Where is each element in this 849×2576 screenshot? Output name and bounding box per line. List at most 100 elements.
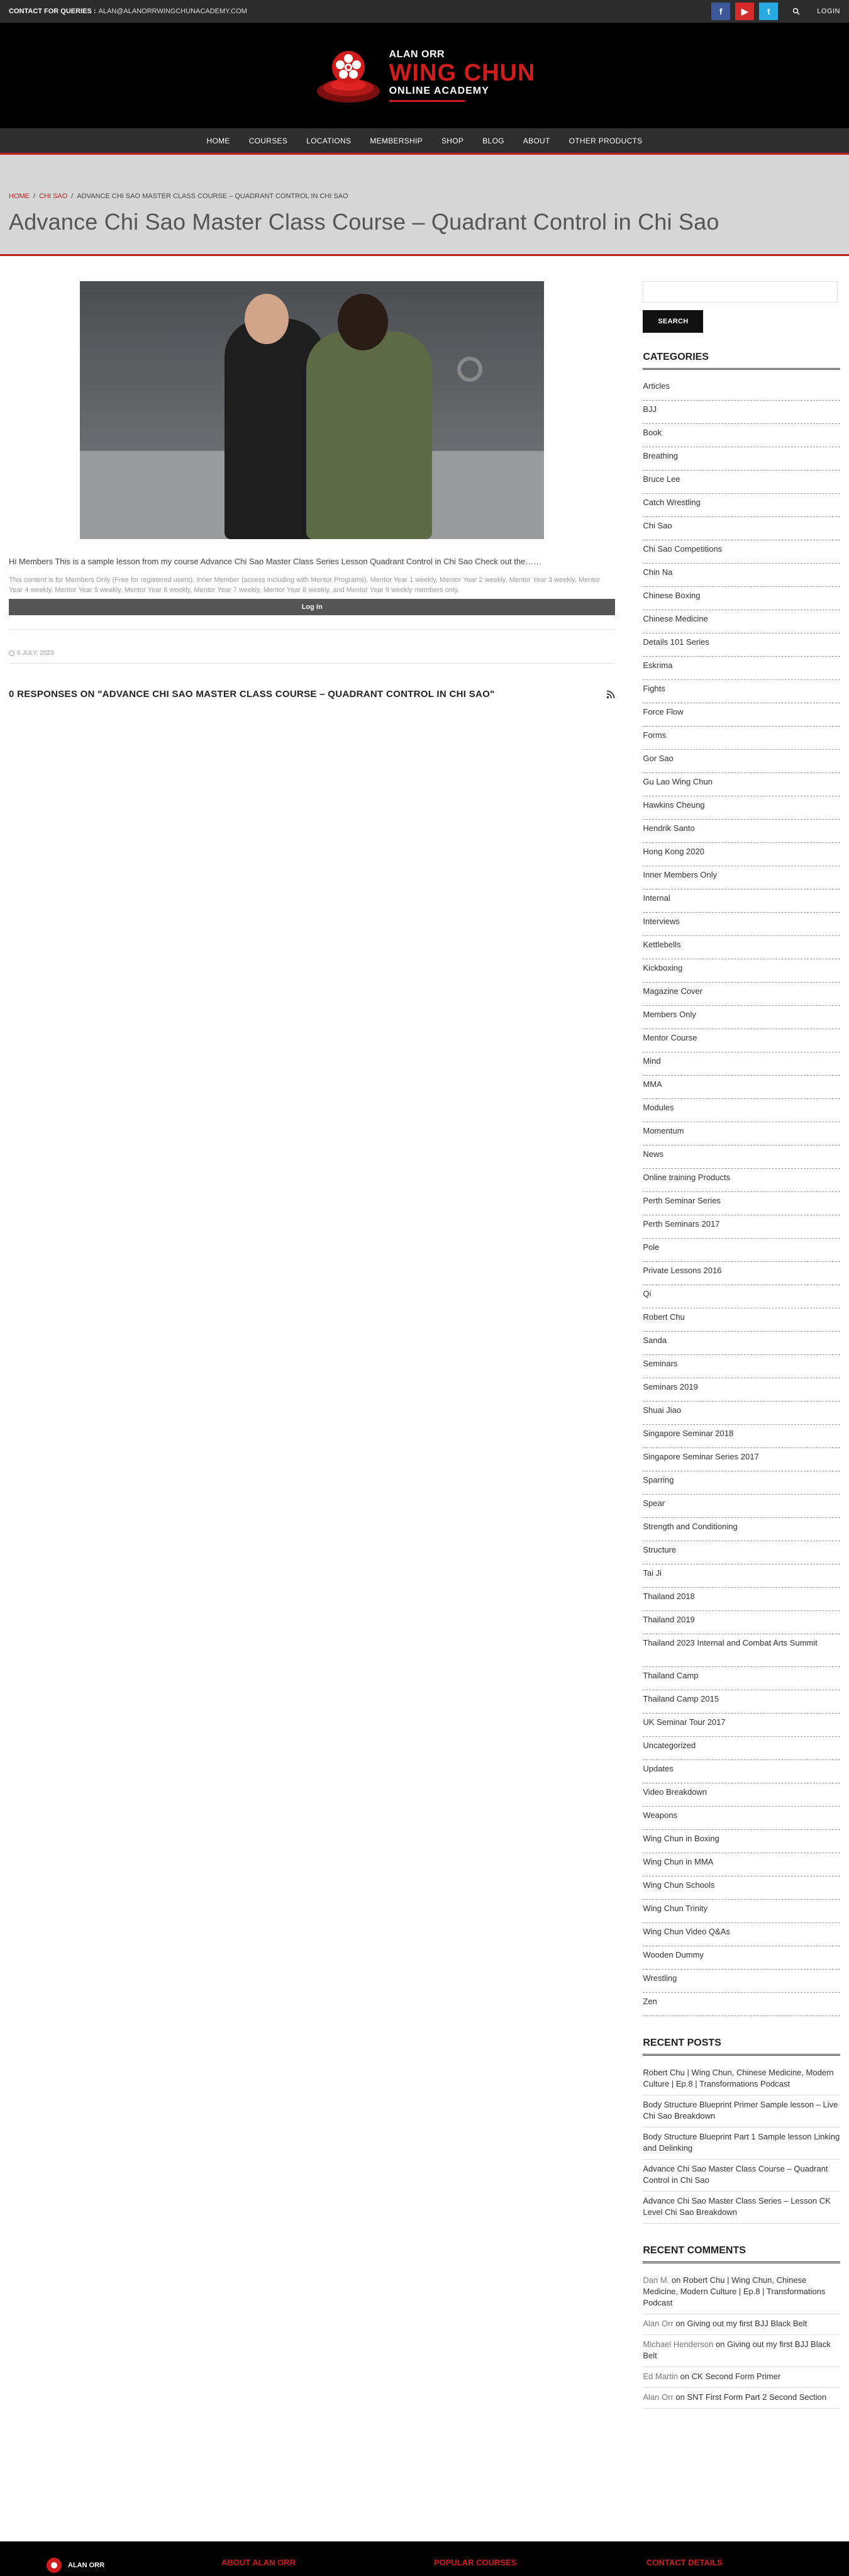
category-item[interactable]: News bbox=[643, 1146, 840, 1169]
category-item[interactable]: Video Breakdown bbox=[643, 1783, 840, 1807]
nav-blog[interactable]: BLOG bbox=[482, 137, 504, 145]
category-item[interactable]: Members Only bbox=[643, 1006, 840, 1029]
login-button[interactable]: Log In bbox=[9, 599, 616, 615]
nav-home[interactable]: HOME bbox=[207, 137, 230, 145]
category-item[interactable]: Strength and Conditioning bbox=[643, 1518, 840, 1541]
category-item[interactable]: Thailand Camp 2015 bbox=[643, 1690, 840, 1714]
category-item[interactable]: Mind bbox=[643, 1052, 840, 1076]
category-item[interactable]: Momentum bbox=[643, 1122, 840, 1146]
category-item[interactable]: Sparring bbox=[643, 1471, 840, 1495]
category-item[interactable]: Singapore Seminar Series 2017 bbox=[643, 1448, 840, 1471]
nav-courses[interactable]: COURSES bbox=[249, 137, 287, 145]
category-item[interactable]: Details 101 Series bbox=[643, 633, 840, 657]
category-item[interactable]: Fights bbox=[643, 680, 840, 703]
sidebar-search-button[interactable]: SEARCH bbox=[643, 310, 704, 333]
category-item[interactable]: Eskrima bbox=[643, 657, 840, 680]
category-item[interactable]: BJJ bbox=[643, 401, 840, 424]
category-item[interactable]: Updates bbox=[643, 1760, 840, 1783]
rss-icon[interactable] bbox=[606, 690, 615, 699]
category-item[interactable]: Robert Chu bbox=[643, 1308, 840, 1332]
breadcrumb-chi-sao[interactable]: CHI SAO bbox=[39, 192, 67, 200]
nav-about[interactable]: ABOUT bbox=[523, 137, 550, 145]
category-item[interactable]: Internal bbox=[643, 889, 840, 913]
comment-author[interactable]: Alan Orr bbox=[643, 2392, 673, 2402]
category-item[interactable]: Chinese Medicine bbox=[643, 610, 840, 633]
category-item[interactable]: Shuai Jiao bbox=[643, 1402, 840, 1425]
category-item[interactable]: Weapons bbox=[643, 1807, 840, 1830]
category-item[interactable]: Kickboxing bbox=[643, 959, 840, 983]
category-item[interactable]: Wooden Dummy bbox=[643, 1946, 840, 1970]
category-item[interactable]: Wing Chun Schools bbox=[643, 1876, 840, 1900]
nav-shop[interactable]: SHOP bbox=[441, 137, 463, 145]
category-item[interactable]: Uncategorized bbox=[643, 1737, 840, 1760]
category-item[interactable]: Hendrik Santo bbox=[643, 820, 840, 843]
category-item[interactable]: Book bbox=[643, 424, 840, 447]
category-item[interactable]: Hawkins Cheung bbox=[643, 796, 840, 820]
comment-post-link[interactable]: CK Second Form Primer bbox=[692, 2372, 781, 2381]
category-item[interactable]: Private Lessons 2016 bbox=[643, 1262, 840, 1285]
breadcrumb-home[interactable]: HOME bbox=[9, 192, 30, 200]
recent-post-item[interactable]: Body Structure Blueprint Part 1 Sample l… bbox=[643, 2127, 840, 2160]
comment-author[interactable]: Michael Henderson bbox=[643, 2339, 713, 2349]
recent-post-item[interactable]: Robert Chu | Wing Chun, Chinese Medicine… bbox=[643, 2063, 840, 2095]
category-item[interactable]: Perth Seminar Series bbox=[643, 1192, 840, 1215]
category-item[interactable]: Kettlebells bbox=[643, 936, 840, 959]
category-item[interactable]: Wing Chun in Boxing bbox=[643, 1830, 840, 1853]
category-item[interactable]: Hong Kong 2020 bbox=[643, 843, 840, 866]
category-item[interactable]: Wing Chun in MMA bbox=[643, 1853, 840, 1876]
twitter-icon[interactable]: t bbox=[759, 3, 779, 20]
youtube-icon[interactable]: ▶ bbox=[735, 3, 755, 20]
category-item[interactable]: Gu Lao Wing Chun bbox=[643, 773, 840, 796]
recent-post-item[interactable]: Advance Chi Sao Master Class Course – Qu… bbox=[643, 2160, 840, 2192]
category-item[interactable]: Chi Sao bbox=[643, 517, 840, 540]
category-item[interactable]: Seminars 2019 bbox=[643, 1378, 840, 1402]
footer-logo[interactable]: ALAN ORR bbox=[45, 2556, 104, 2574]
category-item[interactable]: Force Flow bbox=[643, 703, 840, 727]
category-item[interactable]: Structure bbox=[643, 1541, 840, 1564]
contact-email[interactable]: ALAN@ALANORRWINGCHUNACADEMY.COM bbox=[99, 8, 247, 15]
category-item[interactable]: Breathing bbox=[643, 447, 840, 471]
category-item[interactable]: Qi bbox=[643, 1285, 840, 1308]
nav-membership[interactable]: MEMBERSHIP bbox=[370, 137, 423, 145]
category-item[interactable]: Modules bbox=[643, 1099, 840, 1122]
comment-post-link[interactable]: SNT First Form Part 2 Second Section bbox=[687, 2392, 827, 2402]
category-item[interactable]: Zen bbox=[643, 1993, 840, 2016]
category-item[interactable]: Mentor Course bbox=[643, 1029, 840, 1052]
category-item[interactable]: Interviews bbox=[643, 913, 840, 936]
category-item[interactable]: Spear bbox=[643, 1495, 840, 1518]
comment-author[interactable]: Dan M. bbox=[643, 2275, 669, 2285]
login-link[interactable]: LOGIN bbox=[817, 8, 840, 15]
category-item[interactable]: Perth Seminars 2017 bbox=[643, 1215, 840, 1239]
category-item[interactable]: Seminars bbox=[643, 1355, 840, 1378]
category-item[interactable]: Chinese Boxing bbox=[643, 587, 840, 610]
category-item[interactable]: Thailand 2019 bbox=[643, 1611, 840, 1634]
category-item[interactable]: MMA bbox=[643, 1076, 840, 1099]
comment-author[interactable]: Ed Martin bbox=[643, 2372, 678, 2381]
category-item[interactable]: UK Seminar Tour 2017 bbox=[643, 1714, 840, 1737]
search-icon[interactable] bbox=[789, 4, 803, 18]
category-item[interactable]: Gor Sao bbox=[643, 750, 840, 773]
category-item[interactable]: Thailand Camp bbox=[643, 1667, 840, 1690]
category-item[interactable]: Catch Wrestling bbox=[643, 494, 840, 517]
category-item[interactable]: Pole bbox=[643, 1239, 840, 1262]
featured-image[interactable] bbox=[80, 281, 545, 539]
category-item[interactable]: Bruce Lee bbox=[643, 471, 840, 494]
category-item[interactable]: Sanda bbox=[643, 1332, 840, 1355]
facebook-icon[interactable]: f bbox=[711, 3, 731, 20]
recent-post-item[interactable]: Body Structure Blueprint Primer Sample l… bbox=[643, 2095, 840, 2127]
category-item[interactable]: Tai Ji bbox=[643, 1564, 840, 1588]
category-item[interactable]: Articles bbox=[643, 377, 840, 401]
category-item[interactable]: Inner Members Only bbox=[643, 866, 840, 889]
category-item[interactable]: Chin Na bbox=[643, 564, 840, 587]
category-item[interactable]: Magazine Cover bbox=[643, 983, 840, 1006]
category-item[interactable]: Forms bbox=[643, 727, 840, 750]
comment-post-link[interactable]: Robert Chu | Wing Chun, Chinese Medicine… bbox=[643, 2275, 825, 2307]
category-item[interactable]: Thailand 2018 bbox=[643, 1588, 840, 1611]
category-item[interactable]: Wing Chun Trinity bbox=[643, 1900, 840, 1923]
nav-other-products[interactable]: OTHER PRODUCTS bbox=[569, 137, 643, 145]
nav-locations[interactable]: LOCATIONS bbox=[306, 137, 351, 145]
recent-post-item[interactable]: Advance Chi Sao Master Class Series – Le… bbox=[643, 2192, 840, 2224]
comment-author[interactable]: Alan Orr bbox=[643, 2319, 673, 2328]
category-item[interactable]: Thailand 2023 Internal and Combat Arts S… bbox=[643, 1634, 840, 1667]
category-item[interactable]: Chi Sao Competitions bbox=[643, 540, 840, 564]
